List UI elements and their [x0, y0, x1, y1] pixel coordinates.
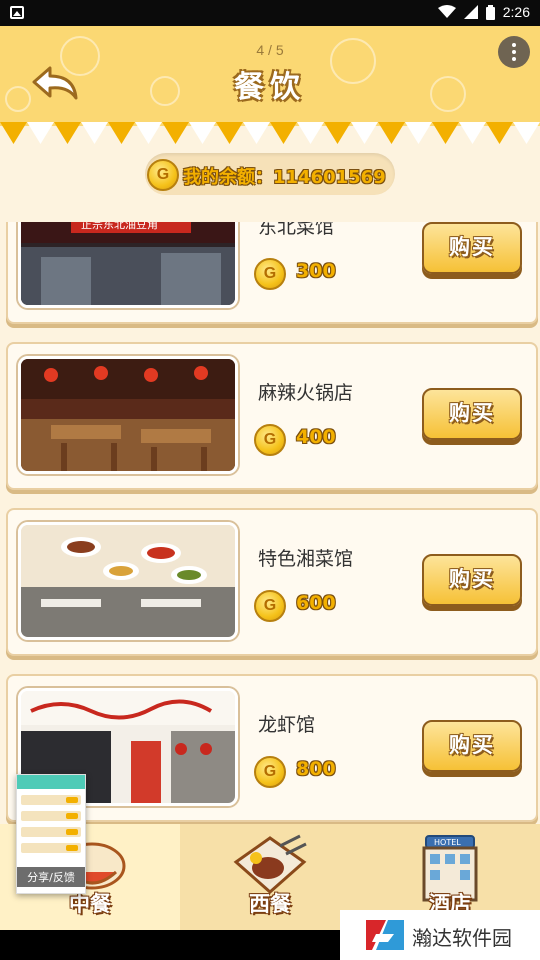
bunting-flag: [162, 122, 189, 144]
gold-coin-icon: G: [147, 159, 179, 191]
svg-text:HOTEL: HOTEL: [434, 838, 461, 847]
gold-coin-icon: G: [254, 424, 286, 456]
dot-icon: [512, 43, 516, 47]
widget-preview-row: [21, 843, 81, 853]
bunting-flag: [486, 122, 513, 144]
page-title: 餐饮: [234, 70, 306, 105]
page-indicator: 4 / 5: [256, 42, 284, 58]
shop-list[interactable]: 正宗东北油豆角 东北菜馆 G 300 购买 麻辣火锅店 G 400 购买 特色湘…: [0, 222, 540, 824]
svg-text:正宗东北油豆角: 正宗东北油豆角: [81, 222, 158, 231]
bunting-flag: [81, 122, 108, 144]
bunting-flag: [54, 122, 81, 144]
list-item: 正宗东北油豆角 东北菜馆 G 300 购买: [6, 222, 538, 324]
widget-preview-row: [21, 827, 81, 837]
restaurant-price: 600: [296, 592, 336, 614]
bunting-flag: [378, 122, 405, 144]
bunting-flag: [108, 122, 135, 144]
widget-header-bar: [17, 775, 85, 789]
wifi-icon: [437, 5, 456, 18]
battery-icon: [485, 4, 495, 20]
header: 4 / 5 餐饮: [0, 26, 540, 126]
more-options-button[interactable]: [498, 36, 530, 68]
restaurant-price: 300: [296, 260, 336, 282]
restaurant-name: 龙虾馆: [258, 714, 316, 736]
bunting-flag: [189, 122, 216, 144]
restaurant-name: 东北菜馆: [258, 222, 335, 238]
bunting-flag: [405, 122, 432, 144]
bunting-flag: [135, 122, 162, 144]
balance-pill: G 我的余额：114601569: [145, 153, 395, 195]
dot-icon: [512, 50, 516, 54]
watermark-logo-icon: [366, 920, 404, 950]
widget-preview-row: [21, 811, 81, 821]
bunting-flag: [513, 122, 540, 144]
status-bar: 2:26: [0, 0, 540, 26]
bunting-flag: [432, 122, 459, 144]
list-item: 麻辣火锅店 G 400 购买: [6, 342, 538, 490]
status-icons: 2:26: [437, 4, 530, 20]
restaurant-name: 麻辣火锅店: [258, 382, 354, 404]
watermark-text: 瀚达软件园: [412, 926, 512, 950]
list-item: 特色湘菜馆 G 600 购买: [6, 508, 538, 656]
bunting-flag: [297, 122, 324, 144]
back-arrow-icon: [32, 66, 78, 100]
buy-button[interactable]: 购买: [422, 720, 522, 772]
buy-button[interactable]: 购买: [422, 388, 522, 440]
restaurant-photo: [18, 356, 238, 474]
gold-coin-icon: G: [254, 258, 286, 290]
bunting-decoration: [0, 122, 540, 146]
restaurant-photo: 正宗东北油豆角: [18, 222, 238, 308]
restaurant-price: 400: [296, 426, 336, 448]
back-button[interactable]: [30, 64, 80, 104]
bunting-flag: [0, 122, 27, 144]
tab-label: 西餐: [249, 892, 291, 916]
balance-text: 我的余额：114601569: [183, 167, 386, 188]
restaurant-photo: [18, 522, 238, 640]
bunting-flag: [351, 122, 378, 144]
signal-icon: [463, 5, 478, 19]
bunting-flag: [459, 122, 486, 144]
widget-caption: 分享/反馈: [17, 867, 85, 887]
image-notification-icon: [10, 6, 24, 19]
buy-button[interactable]: 购买: [422, 554, 522, 606]
gold-coin-icon: G: [254, 590, 286, 622]
gold-coin-icon: G: [254, 756, 286, 788]
widget-preview-row: [21, 795, 81, 805]
bunting-flag: [324, 122, 351, 144]
restaurant-name: 特色湘菜馆: [258, 548, 354, 570]
bunting-flag: [216, 122, 243, 144]
bunting-flag: [243, 122, 270, 144]
bunting-flag: [27, 122, 54, 144]
restaurant-price: 800: [296, 758, 336, 780]
clock: 2:26: [502, 4, 530, 20]
share-feedback-widget[interactable]: 分享/反馈: [16, 774, 86, 894]
buy-button[interactable]: 购买: [422, 222, 522, 274]
bunting-flag: [270, 122, 297, 144]
dot-icon: [512, 57, 516, 61]
watermark: 瀚达软件园: [340, 910, 540, 960]
tab-western-food[interactable]: 西餐: [180, 824, 360, 930]
